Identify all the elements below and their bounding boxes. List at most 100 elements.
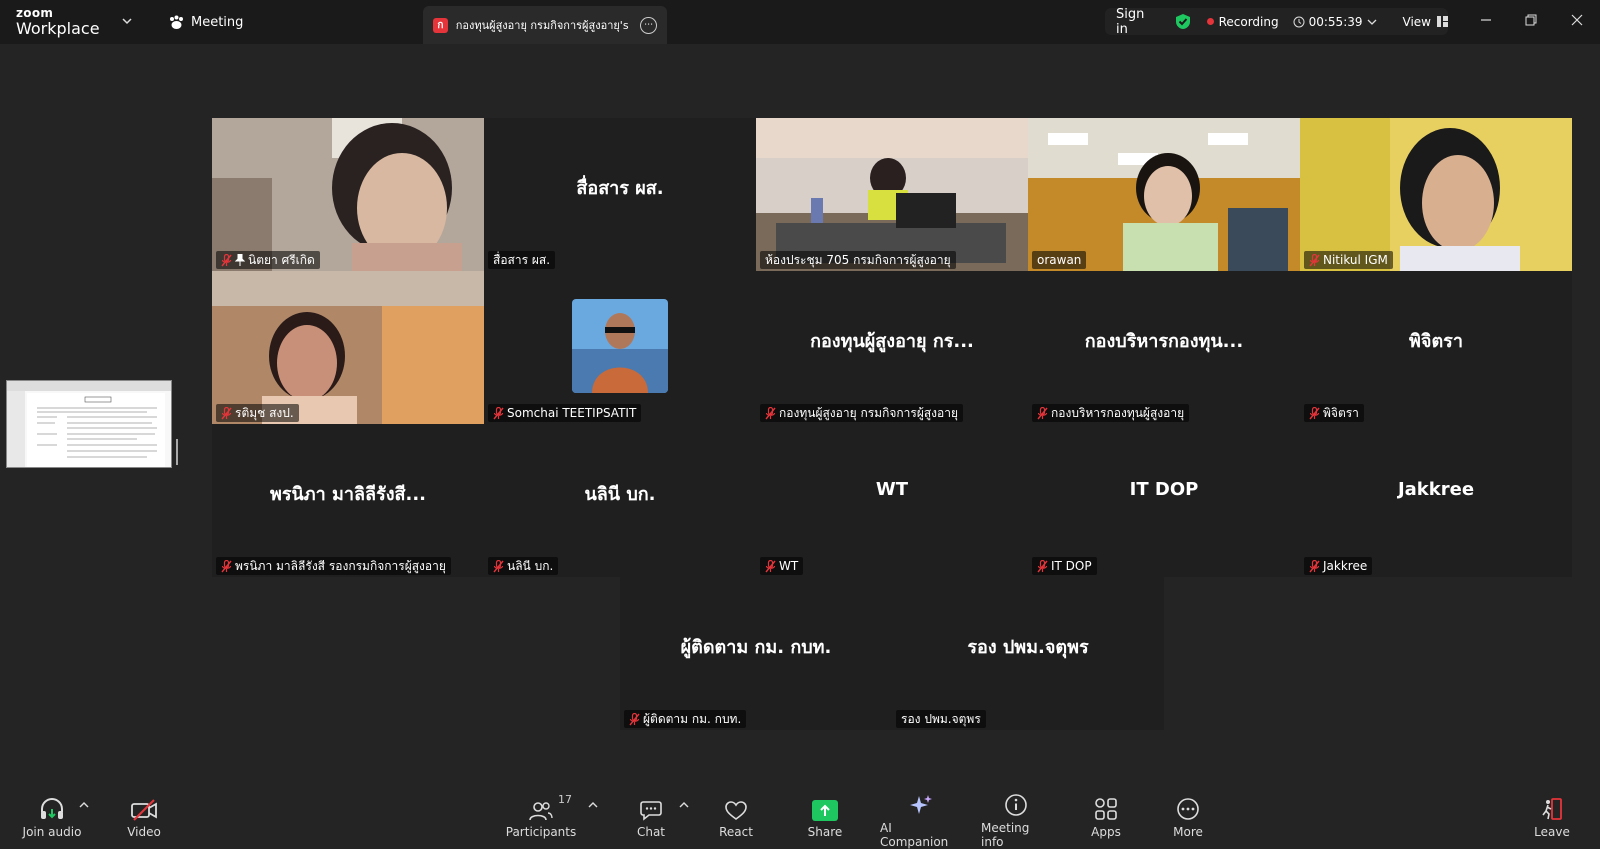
clock-icon [1293,16,1305,27]
participant-tile[interactable]: Somchai TEETIPSATIT [484,271,756,424]
chat-label: Chat [636,825,666,839]
more-icon [1177,798,1199,820]
participant-display-name: นลินี บก. [584,484,656,505]
recording-label: Recording [1218,14,1279,29]
participant-name-label: orawan [1032,251,1087,269]
participant-tile[interactable]: ห้องประชุม 705 กรมกิจการผู้สูงอายุ [756,118,1028,271]
close-button[interactable] [1565,10,1589,30]
participant-video [1028,118,1300,271]
more-options-icon[interactable]: ⋯ [640,16,658,34]
more-label: More [1173,825,1203,839]
mic-muted-icon [1309,253,1320,267]
shared-screen-title: กองทุนผู้สูงอายุ กรมกิจการผู้สูงอายุ's s… [455,19,633,32]
mic-muted-icon [493,406,504,420]
mic-muted-icon [1037,559,1048,573]
participant-tile[interactable]: รติมุช สงป. [212,271,484,424]
participant-name-label: ห้องประชุม 705 กรมกิจการผู้สูงอายุ [760,251,956,269]
participant-video [212,118,484,271]
meeting-timer[interactable]: 00:55:39 [1293,15,1377,29]
participant-video [1300,118,1572,271]
participant-name: กองบริหารกองทุนผู้สูงอายุ [1051,405,1185,420]
mic-muted-icon [221,253,232,267]
participant-name: รติมุช สงป. [235,405,294,420]
view-button[interactable]: View [1403,15,1448,29]
meeting-tab[interactable]: Meeting [168,12,243,32]
mic-muted-icon [765,406,776,420]
participants-label: Participants [505,825,577,839]
participant-tile[interactable]: นลินี บก. นลินี บก. [484,424,756,577]
participant-display-name: ผู้ติดตาม กม. กบท. [680,637,832,658]
participant-name: Somchai TEETIPSATIT [507,406,637,420]
ai-companion-label: AI Companion [880,821,949,849]
participant-name-label: พิจิตรา [1304,404,1364,422]
participant-name-label: รติมุช สงป. [216,404,299,422]
participant-tile[interactable]: พิจิตรา พิจิตรา [1300,271,1572,424]
react-button[interactable]: React [714,793,758,849]
timer-value: 00:55:39 [1308,14,1363,29]
participant-tile[interactable]: WT WT [756,424,1028,577]
participant-tile[interactable]: Jakkree Jakkree [1300,424,1572,577]
participant-display-name: IT DOP [1129,479,1199,500]
participant-name: orawan [1037,253,1082,267]
participant-name-label: ผู้ติดตาม กม. กบท. [624,710,747,728]
chevron-down-icon[interactable] [122,16,132,26]
join-audio-label: Join audio [22,825,82,839]
participant-name-label: Somchai TEETIPSATIT [488,404,642,422]
heart-icon [725,801,747,820]
title-bar: zoom Workplace Meeting ก กองทุนผู้สูงอาย… [0,0,1600,44]
app-badge: ก [433,17,448,33]
join-audio-button[interactable]: Join audio [22,793,82,849]
participant-tile[interactable]: สื่อสาร ผส. สื่อสาร ผส. [484,118,756,271]
participant-display-name: พรนิภา มาลิลีรังสี... [269,484,427,505]
participant-tile[interactable]: กองบริหารกองทุน... กองบริหารกองทุนผู้สูงอ… [1028,271,1300,424]
thumbnail-resize-handle[interactable] [176,439,178,465]
minimize-button[interactable] [1474,10,1498,30]
mic-muted-icon [221,559,232,573]
recording-dot-icon [1206,18,1214,25]
brand-top: zoom [16,6,54,20]
participant-name: กองทุนผู้สูงอายุ กรมกิจการผู้สูงอายุ [779,405,959,420]
participant-tile[interactable]: รอง ปพม.จตุพร รอง ปพม.จตุพร [892,577,1164,730]
shared-screen-thumbnail[interactable] [6,380,172,468]
status-bar: Sign in Recording 00:55:39 View [1105,7,1448,37]
info-icon [1005,794,1027,816]
participant-name: นิตยา ศรีเกิด [248,252,315,267]
shared-screen-tab[interactable]: ก กองทุนผู้สูงอายุ กรมกิจการผู้สูงอายุ's… [423,6,667,44]
restore-button[interactable] [1519,10,1543,30]
mic-muted-icon [629,712,640,726]
share-button[interactable]: Share [806,793,844,849]
apps-button[interactable]: Apps [1090,793,1122,849]
participant-tile[interactable]: ผู้ติดตาม กม. กบท. ผู้ติดตาม กม. กบท. [620,577,892,730]
video-button[interactable]: Video [124,793,164,849]
audio-options-chevron-icon[interactable] [79,801,89,809]
participant-display-name: กองบริหารกองทุน... [1084,331,1244,352]
leave-button[interactable]: Leave [1534,793,1570,849]
sparkle-icon [910,795,932,814]
mic-muted-icon [221,406,232,420]
chevron-down-icon [1367,19,1376,25]
participant-tile[interactable]: orawan [1028,118,1300,271]
participant-name: IT DOP [1051,559,1092,573]
more-button[interactable]: More [1172,793,1204,849]
participant-tile[interactable]: Nitikul IGM [1300,118,1572,271]
participant-display-name: สื่อสาร ผส. [576,178,664,199]
participant-tile[interactable]: นิตยา ศรีเกิด [212,118,484,271]
participant-name: Nitikul IGM [1323,253,1388,267]
participant-tile[interactable]: IT DOP IT DOP [1028,424,1300,577]
participant-name-label: IT DOP [1032,557,1097,575]
participant-display-name: กองทุนผู้สูงอายุ กร... [810,331,974,352]
ai-companion-button[interactable]: AI Companion [880,793,962,849]
participant-name: สื่อสาร ผส. [493,252,551,267]
sign-in-button[interactable]: Sign in [1116,7,1155,37]
participants-options-chevron-icon[interactable] [588,801,598,809]
recording-indicator[interactable]: Recording [1206,14,1279,29]
meeting-info-button[interactable]: Meeting info [981,793,1051,849]
participant-tile[interactable]: พรนิภา มาลิลีรังสี... พรนิภา มาลิลีรังสี … [212,424,484,577]
encryption-shield-icon[interactable] [1175,13,1191,30]
chat-options-chevron-icon[interactable] [679,801,689,809]
zoom-workplace-logo[interactable]: zoom Workplace [16,7,100,37]
chat-button[interactable]: Chat [635,793,667,849]
participant-name-label: นิตยา ศรีเกิด [216,251,320,269]
participant-tile[interactable]: กองทุนผู้สูงอายุ กร... กองทุนผู้สูงอายุ ก… [756,271,1028,424]
share-label: Share [807,825,843,839]
